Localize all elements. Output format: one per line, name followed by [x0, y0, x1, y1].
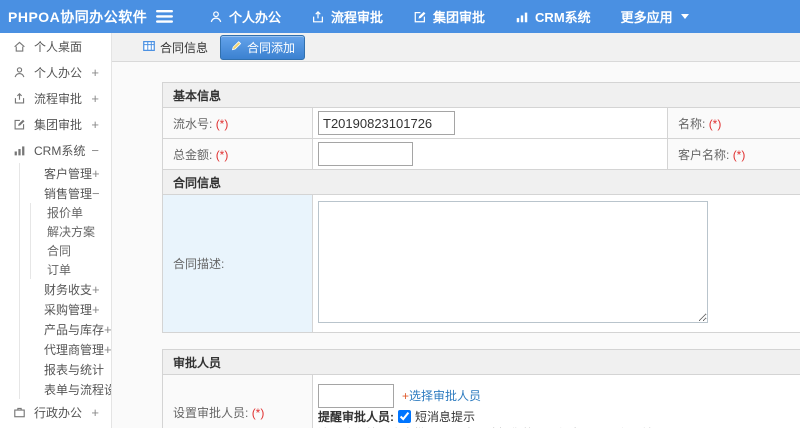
section-title-basic-info: 基本信息 [161, 82, 800, 108]
bar-chart-icon [13, 144, 26, 157]
contract-desc-label: 合同描述: [162, 194, 313, 333]
tab-bar: 合同信息 合同添加 [112, 33, 800, 62]
briefcase-icon [13, 406, 26, 419]
flow-approve-icon [311, 10, 325, 24]
name-label: 名称: (*) [667, 107, 800, 139]
tab-contract-add[interactable]: 合同添加 [220, 34, 306, 60]
edit-approve-icon [13, 118, 26, 131]
serial-input[interactable] [318, 111, 455, 135]
flow-approve-icon [13, 92, 26, 105]
sidebar: 个人桌面 个人办公 + 流程审批 + 集团审批 + CRM系统 − 客户管理 + [0, 33, 112, 428]
top-header: PHPOA协同办公软件 个人办公 流程审批 集团审批 CRM系统 更多应用 [0, 0, 800, 33]
topnav-group-approve[interactable]: 集团审批 [413, 7, 485, 26]
table-icon [142, 39, 156, 56]
customer-name-label: 客户名称: (*) [667, 138, 800, 170]
user-icon [13, 66, 26, 79]
tab-contract-info[interactable]: 合同信息 [138, 36, 212, 59]
contract-desc-textarea[interactable] [318, 201, 708, 323]
amount-label: 总金额: (*) [162, 138, 313, 170]
sidebar-item-sales-mgmt[interactable]: 销售管理 − [20, 183, 111, 203]
hamburger-icon[interactable] [156, 10, 173, 23]
sidebar-item-contract[interactable]: 合同 [31, 241, 111, 260]
app-logo: PHPOA协同办公软件 [8, 8, 148, 25]
sidebar-sales-submenu: 报价单 解决方案 合同 订单 [30, 203, 111, 279]
sms-remind-label: 短消息提示 [415, 410, 476, 424]
sidebar-item-crm[interactable]: CRM系统 − [0, 137, 111, 163]
sidebar-item-finance[interactable]: 财务收支 + [20, 279, 111, 299]
sidebar-item-product-stock[interactable]: 产品与库存 + [20, 319, 111, 339]
plus-icon: + [402, 389, 410, 403]
sidebar-item-admin-office[interactable]: 行政办公 + [0, 399, 111, 425]
set-approver-label: 设置审批人员: (*) [162, 374, 313, 428]
edit-approve-icon [413, 10, 427, 24]
sidebar-item-customer-mgmt[interactable]: 客户管理 + [20, 163, 111, 183]
topnav-more-apps[interactable]: 更多应用 [621, 7, 689, 26]
approver-table: 审批人员 设置审批人员: (*) +选择审批人员 提醒审批人员: 短消息提示 [161, 349, 800, 428]
pencil-icon [230, 39, 243, 55]
contract-form-table: 基本信息 流水号: (*) 名称: (*) 总金额: (*) [161, 82, 800, 333]
bar-chart-icon [515, 10, 529, 24]
sidebar-item-order[interactable]: 订单 [31, 260, 111, 279]
form-content: 基本信息 流水号: (*) 名称: (*) 总金额: (*) [112, 62, 800, 428]
top-navigation: 个人办公 流程审批 集团审批 CRM系统 更多应用 [209, 7, 689, 26]
amount-input[interactable] [318, 142, 413, 166]
section-title-approver: 审批人员 [161, 349, 800, 375]
sidebar-crm-submenu: 客户管理 + 销售管理 − 报价单 解决方案 合同 订单 财务收支 + 采购管理… [19, 163, 111, 399]
topnav-personal-office[interactable]: 个人办公 [209, 7, 281, 26]
sms-remind-checkbox[interactable] [398, 410, 411, 423]
sidebar-item-purchase[interactable]: 采购管理 + [20, 299, 111, 319]
sidebar-item-report-stats[interactable]: 报表与统计 [20, 359, 111, 379]
sidebar-item-flow-approve[interactable]: 流程审批 + [0, 85, 111, 111]
approver-input[interactable] [318, 383, 394, 408]
section-title-contract-info: 合同信息 [161, 169, 800, 195]
sidebar-item-agent-mgmt[interactable]: 代理商管理 + [20, 339, 111, 359]
main-area: 合同信息 合同添加 基本信息 流水号: (*) 名称 [112, 33, 800, 428]
remind-approver-label: 提醒审批人员: [318, 410, 394, 424]
sidebar-item-personal-office[interactable]: 个人办公 + [0, 59, 111, 85]
caret-down-icon [680, 14, 689, 19]
topnav-crm[interactable]: CRM系统 [515, 7, 591, 26]
sidebar-item-solution[interactable]: 解决方案 [31, 222, 111, 241]
sidebar-item-desktop[interactable]: 个人桌面 [0, 33, 111, 59]
sidebar-item-group-approve[interactable]: 集团审批 + [0, 111, 111, 137]
topnav-flow-approve[interactable]: 流程审批 [311, 7, 383, 26]
sidebar-item-form-flow-settings[interactable]: 表单与流程设置 + [20, 379, 111, 399]
user-icon [209, 10, 223, 24]
choose-approver-link[interactable]: +选择审批人员 [402, 387, 481, 404]
serial-label: 流水号: (*) [162, 107, 313, 139]
sidebar-item-quotation[interactable]: 报价单 [31, 203, 111, 222]
home-icon [13, 40, 26, 53]
